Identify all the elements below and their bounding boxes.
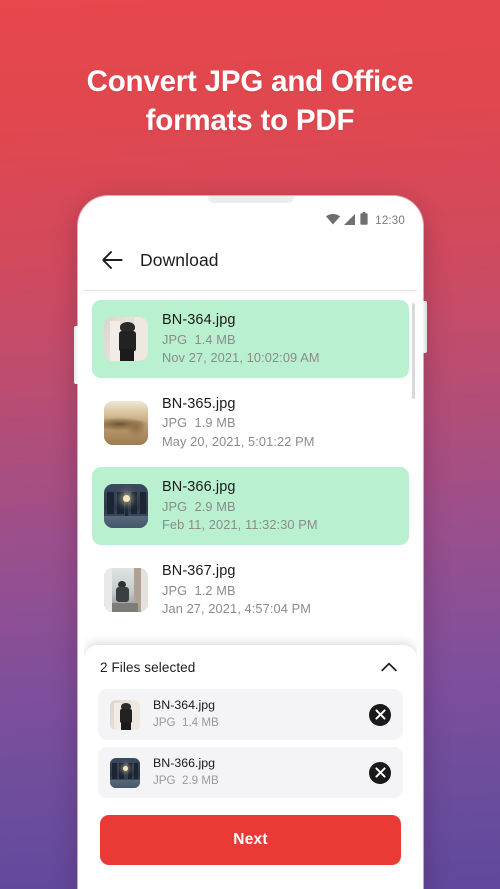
file-meta: BN-366.jpg JPG 2.9 MB <box>153 755 356 790</box>
app-bar: Download <box>84 236 417 284</box>
remove-file-button[interactable] <box>369 703 391 726</box>
file-type: JPG <box>153 774 176 788</box>
next-button[interactable]: Next <box>100 815 401 865</box>
table-row[interactable]: BN-365.jpg JPG 1.9 MB May 20, 2021, 5:01… <box>92 384 409 462</box>
file-type: JPG <box>162 331 188 347</box>
file-type-size: JPG 1.2 MB <box>162 582 311 601</box>
page-title: Download <box>140 249 219 270</box>
file-type: JPG <box>153 716 176 730</box>
page-headline: Convert JPG and Office formats to PDF <box>86 65 414 138</box>
night-street-lamp-thumb <box>110 757 140 788</box>
remove-file-button[interactable] <box>369 761 391 784</box>
file-type-size: JPG 1.9 MB <box>162 414 315 433</box>
file-type-size: JPG 2.9 MB <box>153 773 356 790</box>
next-button-container: Next <box>98 805 403 889</box>
back-arrow-icon[interactable] <box>102 251 123 269</box>
file-size: 1.9 MB <box>194 415 236 431</box>
file-size: 1.2 MB <box>194 582 236 598</box>
file-name: BN-367.jpg <box>162 563 236 580</box>
table-row[interactable]: BN-367.jpg JPG 1.2 MB Jan 27, 2021, 4:57… <box>92 551 409 629</box>
battery-icon <box>360 212 368 230</box>
close-circle-icon <box>374 767 386 778</box>
file-meta: BN-366.jpg JPG 2.9 MB Feb 11, 2021, 11:3… <box>162 477 318 535</box>
status-bar-time: 12:30 <box>375 215 405 227</box>
phone-speaker-grille <box>207 196 294 203</box>
file-type-size: JPG 2.9 MB <box>162 498 318 517</box>
file-name: BN-364.jpg <box>162 312 236 328</box>
night-street-lamp-thumb <box>104 484 148 529</box>
person-black-shirt-thumb <box>110 699 140 730</box>
file-type: JPG <box>162 582 188 598</box>
status-bar: 12:30 <box>84 206 417 236</box>
signal-icon <box>344 212 356 230</box>
chevron-up-icon[interactable] <box>377 658 401 676</box>
table-row[interactable]: BN-364.jpg JPG 1.4 MB Nov 27, 2021, 10:0… <box>92 300 409 378</box>
file-name: BN-365.jpg <box>162 395 236 412</box>
selection-panel-header[interactable]: 2 Files selected <box>98 645 403 689</box>
selection-panel: 2 Files selected BN-364.jpg JPG 1.4 MB B… <box>84 645 417 889</box>
file-type-size: JPG 1.4 MB <box>162 331 320 350</box>
file-meta: BN-364.jpg JPG 1.4 MB Nov 27, 2021, 10:0… <box>162 310 320 368</box>
close-circle-icon <box>374 709 386 720</box>
file-date: Nov 27, 2021, 10:02:09 AM <box>162 350 320 366</box>
list-item[interactable]: BN-364.jpg JPG 1.4 MB <box>98 689 403 741</box>
selected-count-label: 2 Files selected <box>100 659 196 675</box>
phone-mockup: 12:30 Download BN-364.jpg JPG 1.4 MB Nov… <box>74 196 427 889</box>
file-date: Jan 27, 2021, 4:57:04 PM <box>162 601 311 617</box>
file-name: BN-366.jpg <box>162 479 236 496</box>
phone-power-button <box>423 301 427 353</box>
file-meta: BN-364.jpg JPG 1.4 MB <box>153 697 356 732</box>
list-scrollbar[interactable] <box>412 303 415 399</box>
wifi-icon <box>326 212 341 230</box>
table-row[interactable]: BN-366.jpg JPG 2.9 MB Feb 11, 2021, 11:3… <box>92 467 409 546</box>
file-name: BN-364.jpg <box>153 698 215 713</box>
list-item[interactable]: BN-366.jpg JPG 2.9 MB <box>98 747 403 798</box>
file-type: JPG <box>162 498 188 514</box>
phone-screen: 12:30 Download BN-364.jpg JPG 1.4 MB Nov… <box>84 206 417 889</box>
person-black-shirt-thumb <box>104 316 148 361</box>
person-window-thumb <box>104 567 148 612</box>
phone-volume-button <box>74 326 78 384</box>
file-type: JPG <box>162 415 188 431</box>
file-date: May 20, 2021, 5:01:22 PM <box>162 433 315 449</box>
file-meta: BN-367.jpg JPG 1.2 MB Jan 27, 2021, 4:57… <box>162 561 311 619</box>
file-meta: BN-365.jpg JPG 1.9 MB May 20, 2021, 5:01… <box>162 394 315 452</box>
file-date: Feb 11, 2021, 11:32:30 PM <box>162 517 318 533</box>
file-type-size: JPG 1.4 MB <box>153 715 356 732</box>
file-size: 1.4 MB <box>182 716 219 730</box>
file-size: 2.9 MB <box>182 774 219 788</box>
file-name: BN-366.jpg <box>153 756 215 771</box>
desert-sand-thumb <box>104 400 148 445</box>
file-list[interactable]: BN-364.jpg JPG 1.4 MB Nov 27, 2021, 10:0… <box>84 291 417 645</box>
file-size: 1.4 MB <box>194 331 236 347</box>
file-size: 2.9 MB <box>194 498 236 514</box>
